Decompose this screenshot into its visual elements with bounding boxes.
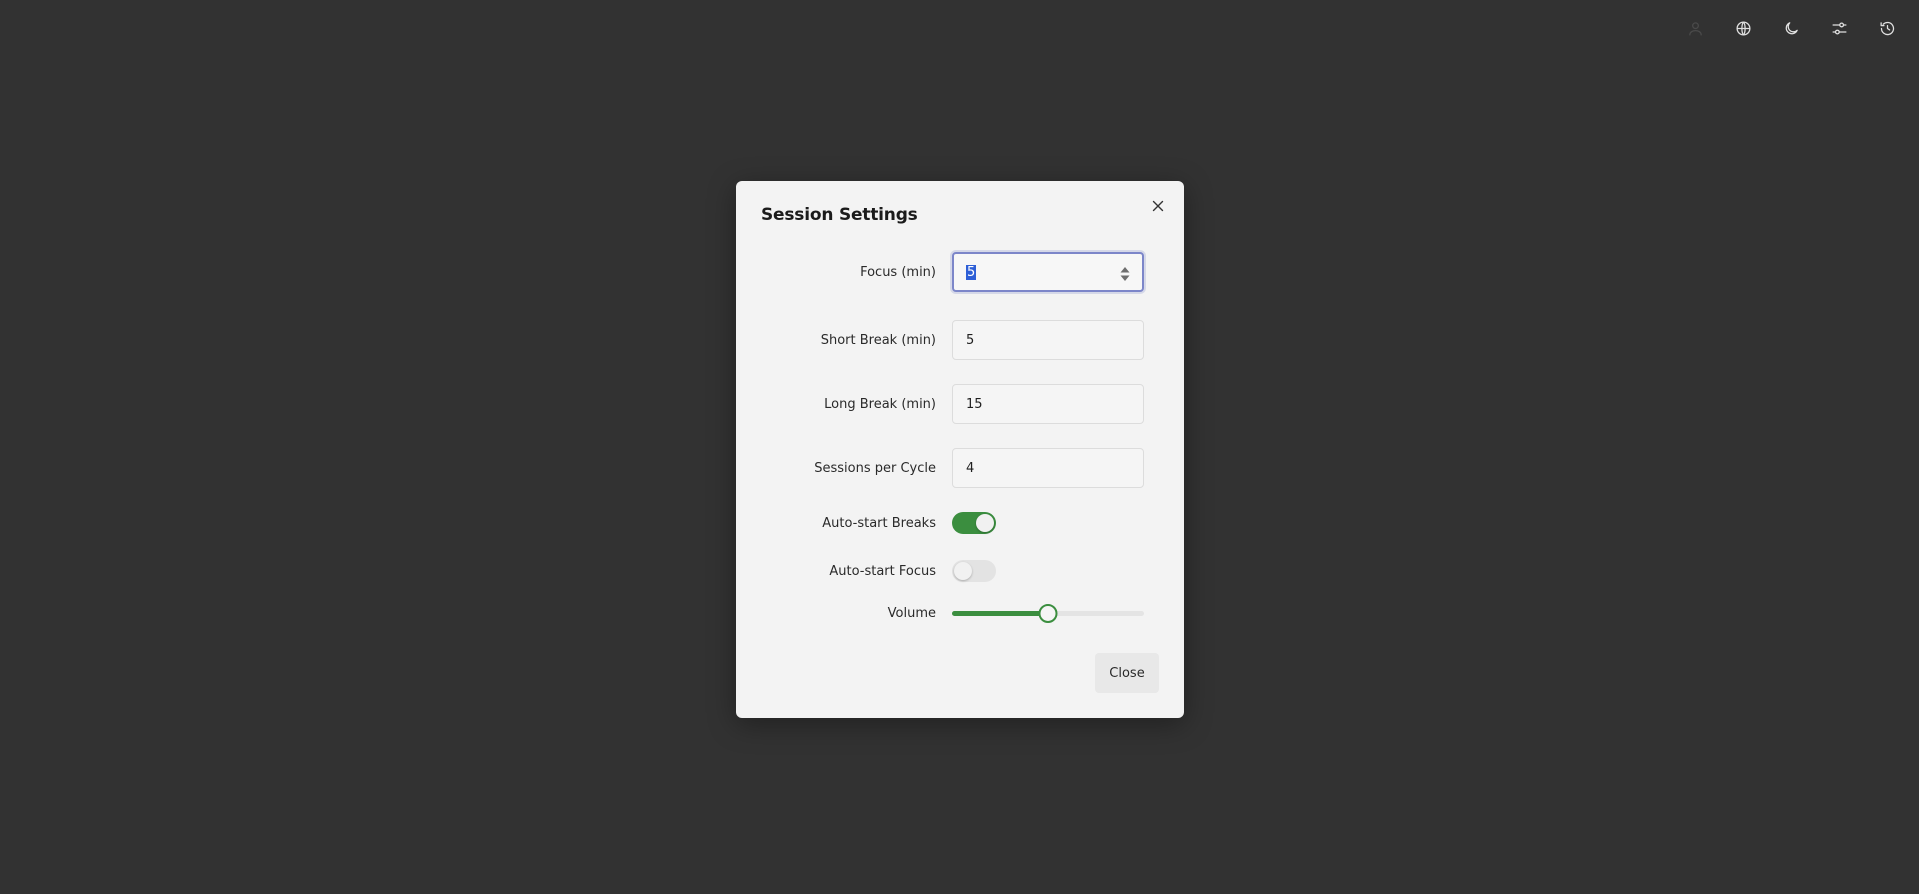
short-break-input[interactable]: 5 [952, 320, 1144, 360]
user-icon [1688, 21, 1702, 36]
long-break-label: Long Break (min) [824, 396, 936, 412]
toggle-knob [976, 514, 994, 532]
volume-label: Volume [887, 605, 936, 621]
settings-button[interactable] [1825, 14, 1853, 42]
focus-row: Focus (min) 5 [736, 252, 1184, 292]
focus-input[interactable]: 5 [952, 252, 1144, 292]
history-button[interactable] [1873, 14, 1901, 42]
auto-start-focus-toggle[interactable] [952, 560, 996, 582]
theme-button[interactable] [1777, 14, 1805, 42]
long-break-row: Long Break (min) 15 [736, 384, 1184, 424]
short-break-row: Short Break (min) 5 [736, 320, 1184, 360]
top-toolbar [1681, 14, 1901, 42]
close-dialog-button[interactable] [1148, 196, 1168, 216]
user-button[interactable] [1681, 14, 1709, 42]
auto-start-breaks-toggle[interactable] [952, 512, 996, 534]
dialog-title: Session Settings [761, 205, 918, 225]
language-button[interactable] [1729, 14, 1757, 42]
auto-start-focus-row: Auto-start Focus [736, 560, 1184, 582]
focus-label: Focus (min) [860, 264, 936, 280]
sliders-icon [1831, 21, 1847, 35]
session-settings-dialog: Session Settings Focus (min) 5 Short Bre… [736, 181, 1184, 718]
history-icon [1879, 21, 1894, 35]
volume-fill [952, 611, 1048, 616]
moon-icon [1785, 21, 1798, 34]
auto-start-breaks-label: Auto-start Breaks [822, 515, 936, 531]
long-break-input[interactable]: 15 [952, 384, 1144, 424]
close-icon [1152, 200, 1164, 212]
focus-value: 5 [966, 264, 977, 280]
long-break-value: 15 [966, 396, 983, 412]
toggle-knob [954, 562, 972, 580]
sessions-value: 4 [966, 460, 975, 476]
volume-thumb[interactable] [1038, 604, 1058, 623]
volume-row: Volume [736, 603, 1184, 623]
close-button[interactable]: Close [1095, 653, 1159, 693]
sessions-input[interactable]: 4 [952, 448, 1144, 488]
spinner-arrows-icon[interactable] [1120, 265, 1130, 283]
short-break-label: Short Break (min) [820, 332, 936, 348]
short-break-value: 5 [966, 332, 975, 348]
sessions-label: Sessions per Cycle [814, 460, 936, 476]
sessions-row: Sessions per Cycle 4 [736, 448, 1184, 488]
globe-icon [1735, 20, 1751, 36]
volume-slider[interactable] [952, 603, 1144, 623]
auto-start-focus-label: Auto-start Focus [829, 563, 936, 579]
auto-start-breaks-row: Auto-start Breaks [736, 512, 1184, 534]
